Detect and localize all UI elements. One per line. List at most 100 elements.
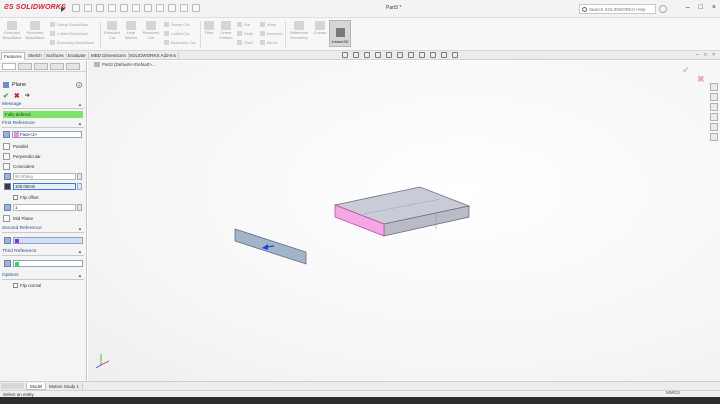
open-icon[interactable]	[96, 4, 104, 12]
reference-geometry-button[interactable]: Reference Geometry	[287, 21, 311, 40]
options-gear-icon[interactable]	[192, 4, 200, 12]
tab-scroll-arrows[interactable]	[1, 383, 24, 389]
dynamic-annotation-icon[interactable]	[386, 52, 392, 58]
zoom-to-fit-icon[interactable]	[342, 52, 348, 58]
cancel-x-icon[interactable]: ✖	[14, 92, 20, 100]
pm-help-icon[interactable]: ?	[76, 82, 82, 88]
solidworks-logo[interactable]: ƧS SOLIDWORKS	[4, 4, 66, 11]
parallel-option[interactable]: Parallel	[3, 143, 28, 150]
swept-boss-button[interactable]: Swept Boss/Base	[50, 22, 88, 27]
dimxpert-manager-tab-icon[interactable]	[50, 63, 64, 70]
save-icon[interactable]	[108, 4, 116, 12]
flip-normal-checkbox[interactable]: Flip normal	[13, 283, 41, 288]
curves-button[interactable]: Curves	[312, 21, 328, 36]
pushpin-icon[interactable]: ➔	[25, 92, 30, 100]
tab-sketch[interactable]: Sketch	[26, 52, 45, 60]
angle-icon[interactable]	[4, 173, 11, 180]
revolved-boss-button[interactable]: Revolved Boss/Base	[24, 21, 46, 40]
section-view-icon[interactable]	[375, 52, 381, 58]
third-reference-section-header[interactable]: Third Reference ▲	[2, 249, 84, 256]
menu-expand-arrow-icon[interactable]	[61, 6, 65, 12]
maximize-button[interactable]: □	[699, 4, 703, 11]
property-manager: Plane ? ✔ ✖ ➔ Message ▲ Fully defined Fi…	[0, 61, 87, 381]
new-document-icon[interactable]	[84, 4, 92, 12]
property-manager-tab-icon[interactable]	[18, 63, 32, 70]
help-question-icon[interactable]	[659, 5, 667, 13]
graphics-area[interactable]: Part3 (Default<<Default>... ✔ ✖	[88, 61, 720, 381]
tab-surfaces[interactable]: Surfaces	[44, 52, 67, 60]
fillet-icon	[204, 21, 214, 30]
first-reference-field[interactable]: Face<1>	[12, 131, 82, 138]
perpendicular-option[interactable]: Perpendicular	[3, 153, 41, 160]
doc-restore-button[interactable]: □	[704, 52, 707, 58]
mid-plane-option[interactable]: Mid Plane	[3, 215, 33, 222]
view-settings-icon[interactable]	[452, 52, 458, 58]
third-reference-field[interactable]	[13, 260, 83, 267]
tab-features[interactable]: Features	[1, 52, 25, 60]
redo-icon[interactable]	[144, 4, 152, 12]
tab-mbd-dimensions[interactable]: MBD Dimensions	[89, 52, 129, 60]
doc-close-button[interactable]: ×	[712, 52, 715, 58]
display-manager-tab-icon[interactable]	[66, 63, 80, 70]
revolved-cut-button[interactable]: Revolved Cut	[141, 21, 161, 40]
linear-pattern-button[interactable]: Linear Pattern	[217, 21, 235, 40]
offset-distance-icon[interactable]	[4, 183, 11, 190]
print-icon[interactable]	[120, 4, 128, 12]
view-orientation-icon[interactable]	[397, 52, 403, 58]
draft-button[interactable]: Draft	[237, 31, 253, 36]
hide-show-items-icon[interactable]	[419, 52, 425, 58]
extruded-cut-button[interactable]: Extruded Cut	[103, 21, 121, 40]
close-button[interactable]: ×	[712, 4, 716, 11]
display-style-icon[interactable]	[408, 52, 414, 58]
hole-wizard-button[interactable]: Hole Wizard	[122, 21, 140, 40]
edit-appearance-icon[interactable]	[430, 52, 436, 58]
home-icon[interactable]	[72, 4, 80, 12]
extrude-icon	[7, 21, 17, 30]
boundary-boss-button[interactable]: Boundary Boss/Base	[50, 40, 94, 45]
angle-input[interactable]: 90.00deg	[13, 173, 76, 180]
swept-cut-button[interactable]: Swept Cut	[164, 22, 189, 27]
ok-check-icon[interactable]: ✔	[3, 92, 9, 100]
wrap-button[interactable]: Wrap	[260, 22, 276, 27]
feature-manager-tab-icon[interactable]	[2, 63, 16, 70]
tab-model[interactable]: Model	[26, 383, 47, 390]
flip-offset-checkbox[interactable]: Flip offset	[13, 195, 39, 200]
second-reference-section-header[interactable]: Second Reference ▲	[2, 226, 84, 233]
second-reference-field[interactable]	[13, 237, 83, 244]
help-search-box[interactable]	[579, 4, 656, 14]
message-section-header[interactable]: Message ▲	[2, 102, 84, 109]
instances-spinner[interactable]	[77, 204, 82, 211]
tab-motion-study-1[interactable]: Motion Study 1	[46, 383, 84, 390]
undo-icon[interactable]	[132, 4, 140, 12]
tab-evaluate[interactable]: Evaluate	[66, 52, 89, 60]
configuration-manager-tab-icon[interactable]	[34, 63, 48, 70]
offset-distance-input[interactable]: 100.00mm	[13, 183, 76, 190]
doc-minimize-button[interactable]: –	[696, 52, 699, 58]
mirror-button[interactable]: Mirror	[260, 40, 277, 45]
apply-scene-icon[interactable]	[441, 52, 447, 58]
shell-button[interactable]: Shell	[237, 40, 253, 45]
previous-view-icon[interactable]	[364, 52, 370, 58]
instant3d-button[interactable]: Instant3D	[329, 20, 351, 47]
rib-button[interactable]: Rib	[237, 22, 250, 27]
intersect-button[interactable]: Intersect	[260, 31, 282, 36]
options-section-header[interactable]: Options ▲	[2, 273, 84, 280]
tab-solidworks-addins[interactable]: SOLIDWORKS Add-Ins	[127, 52, 180, 60]
file-properties-icon[interactable]	[180, 4, 188, 12]
first-reference-section-header[interactable]: First Reference ▲	[2, 121, 84, 128]
offset-distance-spinner[interactable]	[77, 183, 82, 190]
units-indicator[interactable]: MMGS	[666, 390, 680, 395]
extruded-boss-button[interactable]: Extruded Boss/Base	[2, 21, 22, 40]
help-search-input[interactable]	[589, 6, 655, 12]
instances-input[interactable]: 1	[13, 204, 76, 211]
rebuild-icon[interactable]	[168, 4, 176, 12]
fillet-button[interactable]: Fillet	[202, 21, 216, 36]
select-icon[interactable]	[156, 4, 164, 12]
angle-spinner[interactable]	[77, 173, 82, 180]
lofted-boss-button[interactable]: Lofted Boss/Base	[50, 31, 88, 36]
zoom-to-area-icon[interactable]	[353, 52, 359, 58]
coincident-option[interactable]: Coincident	[3, 163, 34, 170]
minimize-button[interactable]: –	[686, 4, 690, 11]
boundary-cut-button[interactable]: Boundary Cut	[164, 40, 195, 45]
lofted-cut-button[interactable]: Lofted Cut	[164, 31, 189, 36]
